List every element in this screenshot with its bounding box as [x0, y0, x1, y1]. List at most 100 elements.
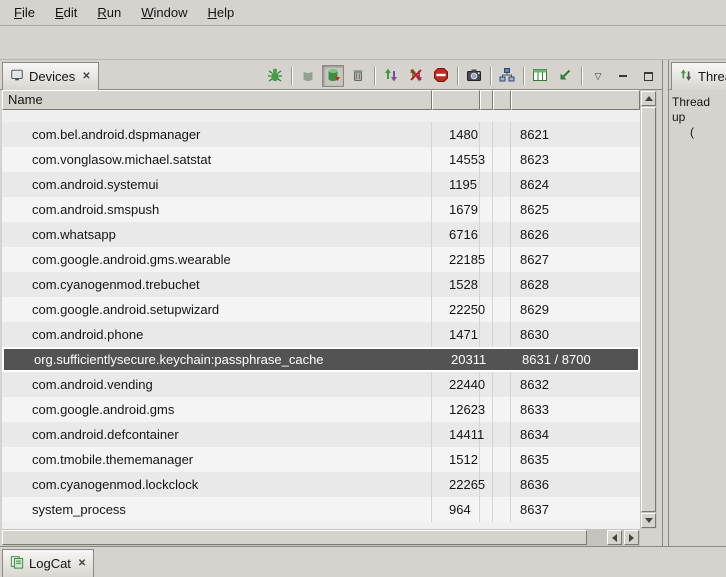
- maximize-button[interactable]: [637, 65, 659, 87]
- view-menu-button[interactable]: ▽: [587, 65, 609, 87]
- table-row[interactable]: com.android.systemui 1195 8624: [2, 172, 640, 197]
- table-row[interactable]: com.google.android.gms.wearable 22185 86…: [2, 247, 640, 272]
- process-port-cell: 8636: [511, 472, 640, 497]
- view-hierarchy-icon: [499, 67, 515, 86]
- scroll-up-button[interactable]: [641, 91, 656, 106]
- close-icon[interactable]: ✕: [78, 558, 86, 569]
- process-pid-cell: 22265: [432, 472, 480, 497]
- process-port-cell: 8632: [511, 372, 640, 397]
- column-header-port[interactable]: [511, 90, 640, 110]
- process-name-cell: com.android.systemui: [2, 172, 432, 197]
- menu-item[interactable]: Edit: [45, 2, 87, 23]
- process-port-cell: 8630: [511, 322, 640, 347]
- menu-item[interactable]: Run: [87, 2, 131, 23]
- table-row[interactable]: com.bel.android.dspmanager 1480 8621: [2, 122, 640, 147]
- maximize-icon: [644, 72, 653, 81]
- update-heap-button[interactable]: [297, 65, 319, 87]
- table-row[interactable]: org.sufficientlysecure.keychain:passphra…: [2, 347, 640, 372]
- vertical-scrollbar[interactable]: [640, 90, 657, 529]
- stop-method-profiling-button[interactable]: [405, 65, 427, 87]
- cause-gc-button[interactable]: [347, 65, 369, 87]
- process-port-cell: 8633: [511, 397, 640, 422]
- table-row[interactable]: com.android.smspush 1679 8625: [2, 197, 640, 222]
- table-row[interactable]: com.whatsapp 6716 8626: [2, 222, 640, 247]
- process-port-cell: 8621: [511, 122, 640, 147]
- menu-item[interactable]: File: [4, 2, 45, 23]
- dump-hprof-button[interactable]: [322, 65, 344, 87]
- horizontal-scrollbar[interactable]: [2, 529, 640, 546]
- horizontal-scrollbar-thumb[interactable]: [2, 530, 587, 545]
- threads-message: Thread up (: [669, 90, 726, 145]
- empty-cell: [493, 322, 511, 347]
- empty-cell: [493, 472, 511, 497]
- horizontal-scrollbar-track[interactable]: [587, 529, 606, 546]
- column-header-empty[interactable]: [493, 90, 511, 110]
- empty-cell: [480, 472, 493, 497]
- process-pid-cell: 964: [432, 497, 480, 522]
- empty-cell: [480, 197, 493, 222]
- menu-item[interactable]: Help: [197, 2, 244, 23]
- empty-cell: [480, 147, 493, 172]
- close-icon[interactable]: ✕: [82, 71, 90, 82]
- tab-threads[interactable]: Threads ✕: [671, 62, 726, 90]
- vertical-scrollbar-thumb[interactable]: [641, 107, 656, 512]
- process-name-cell: com.android.smspush: [2, 197, 432, 222]
- scroll-down-button[interactable]: [641, 513, 656, 528]
- process-pid-cell: 1528: [432, 272, 480, 297]
- tab-logcat[interactable]: LogCat ✕: [2, 549, 94, 577]
- table-row[interactable]: system_process 964 8637: [2, 497, 640, 522]
- empty-cell: [480, 322, 493, 347]
- scroll-left-button[interactable]: [607, 530, 622, 545]
- table-row[interactable]: com.android.defcontainer 14411 8634: [2, 422, 640, 447]
- column-header-empty[interactable]: [480, 90, 493, 110]
- devices-view: Devices ✕: [0, 60, 663, 546]
- process-pid-cell: 20311: [434, 349, 482, 370]
- process-pid-cell: 14411: [432, 422, 480, 447]
- screen-capture-icon: [466, 67, 482, 86]
- minimize-button[interactable]: [612, 65, 634, 87]
- screen-capture-button[interactable]: [463, 65, 485, 87]
- process-name-cell: com.android.vending: [2, 372, 432, 397]
- process-port-cell: 8627: [511, 247, 640, 272]
- process-pid-cell: 1512: [432, 447, 480, 472]
- process-port-cell: 8637: [511, 497, 640, 522]
- process-name-cell: org.sufficientlysecure.keychain:passphra…: [4, 349, 434, 370]
- arrow-right-icon: [629, 534, 634, 542]
- minimize-icon: [619, 75, 627, 77]
- process-name-cell: com.android.phone: [2, 322, 432, 347]
- toolbar-separator: [374, 67, 375, 85]
- process-rows: com.bel.android.dspmanager 1480 8621 com…: [2, 122, 640, 522]
- process-port-cell: 8626: [511, 222, 640, 247]
- method-profiling-button[interactable]: [529, 65, 551, 87]
- arrow-down-icon: [645, 518, 653, 523]
- column-header-name[interactable]: Name: [2, 90, 432, 110]
- update-threads-button[interactable]: [380, 65, 402, 87]
- table-row[interactable]: com.tmobile.thememanager 1512 8635: [2, 447, 640, 472]
- table-row[interactable]: com.android.phone 1471 8630: [2, 322, 640, 347]
- table-row[interactable]: com.cyanogenmod.lockclock 22265 8636: [2, 472, 640, 497]
- network-usage-button[interactable]: [554, 65, 576, 87]
- process-name-cell: com.whatsapp: [2, 222, 432, 247]
- table-row[interactable]: com.cyanogenmod.trebuchet 1528 8628: [2, 272, 640, 297]
- debug-button[interactable]: [264, 65, 286, 87]
- column-header-pid[interactable]: [432, 90, 480, 110]
- empty-cell: [480, 222, 493, 247]
- main-area: Devices ✕: [0, 60, 726, 546]
- tab-devices-label: Devices: [29, 69, 75, 84]
- table-row[interactable]: com.vonglasow.michael.satstat 14553 8623: [2, 147, 640, 172]
- devices-view-header: Devices ✕: [0, 60, 662, 90]
- arrow-up-icon: [645, 96, 653, 101]
- empty-cell: [493, 397, 511, 422]
- toolbar-separator: [523, 67, 524, 85]
- table-row[interactable]: com.google.android.gms 12623 8633: [2, 397, 640, 422]
- view-menu-icon: ▽: [595, 71, 602, 82]
- menu-item[interactable]: Window: [131, 2, 197, 23]
- stop-process-button[interactable]: [430, 65, 452, 87]
- table-row[interactable]: com.android.vending 22440 8632: [2, 372, 640, 397]
- empty-cell: [482, 349, 495, 370]
- tab-devices[interactable]: Devices ✕: [2, 62, 99, 90]
- table-row[interactable]: com.google.android.setupwizard 22250 862…: [2, 297, 640, 322]
- scroll-right-button[interactable]: [624, 530, 639, 545]
- empty-cell: [480, 247, 493, 272]
- view-hierarchy-button[interactable]: [496, 65, 518, 87]
